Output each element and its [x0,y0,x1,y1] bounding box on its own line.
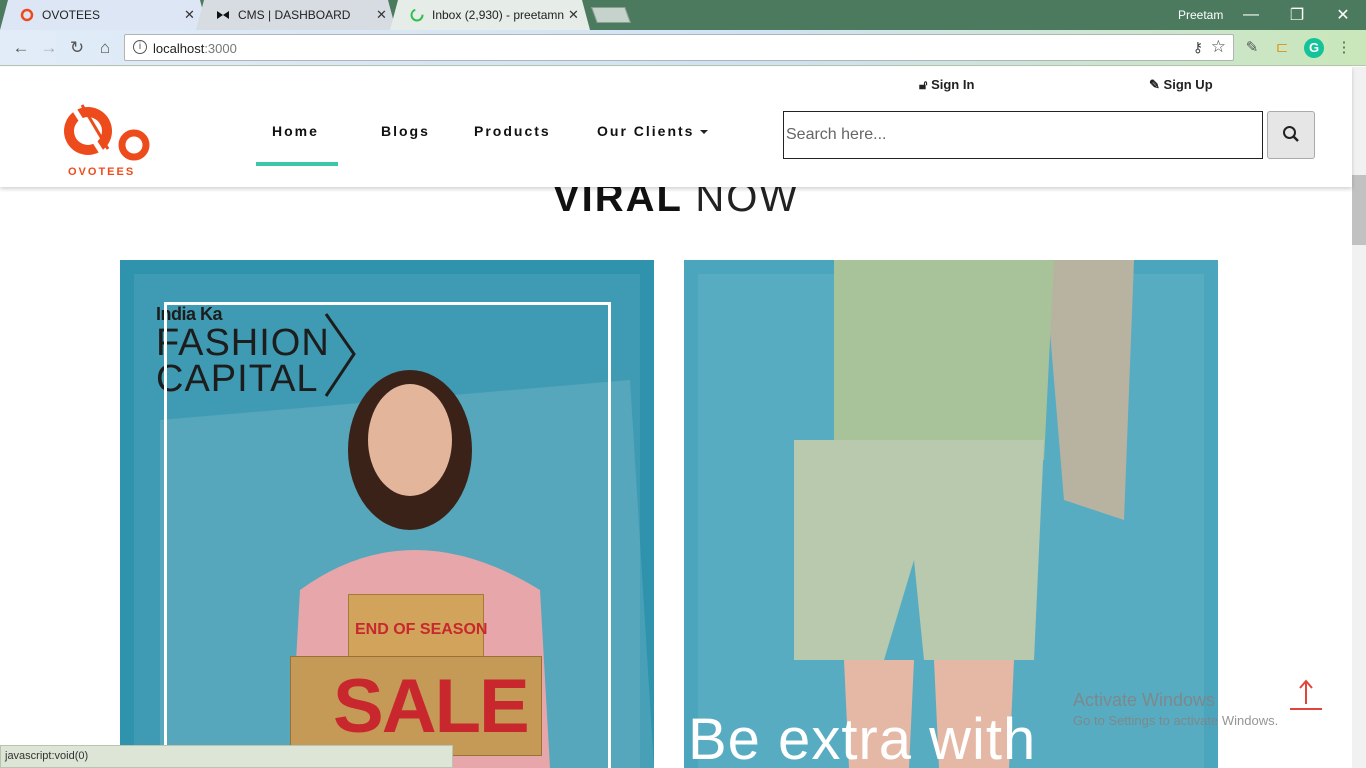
menu-kebab-icon[interactable]: ⋮ [1334,38,1354,58]
nav-blogs[interactable]: Blogs [381,123,430,139]
bowtie-favicon-icon [217,11,229,19]
lock-icon: 🔓︎ [919,77,928,92]
page-scrollbar[interactable] [1352,67,1366,768]
browser-status-bar: javascript:void(0) [0,745,453,768]
sign-in-link[interactable]: 🔓︎ Sign In [919,77,974,93]
tab-title: OVOTEES [42,8,101,22]
nav-our-clients[interactable]: Our Clients [597,123,709,139]
sign-up-link[interactable]: ✎ Sign Up [1149,77,1213,93]
back-to-top-arrow-icon[interactable] [1290,678,1322,712]
ovotees-favicon-icon [20,8,34,22]
search-button[interactable] [1267,111,1315,159]
tab-title: CMS | DASHBOARD [238,8,351,22]
browser-tab-strip: OVOTEES ✕ CMS | DASHBOARD ✕ Inbox (2,930… [0,0,1366,30]
tab-title: Inbox (2,930) - preetamn [432,8,564,22]
end-of-season-box: END OF SEASON [348,594,487,660]
scrollbar-thumb[interactable] [1352,175,1366,245]
card-caption: Be extra with [688,707,1037,768]
address-bar[interactable]: i localhost:3000 ⚷ ☆ [124,34,1234,61]
key-icon[interactable]: ⚷ [1193,39,1203,56]
site-header: OVOTEES 🔓︎ Sign In ✎ Sign Up Home Blogs … [0,67,1352,187]
tab-close-icon[interactable]: ✕ [568,7,579,23]
loading-spinner-icon [410,8,424,22]
eyedropper-extension-icon[interactable]: ✎ [1242,38,1262,58]
extension-icon[interactable]: ⊏ [1272,38,1292,58]
grammarly-icon[interactable]: G [1304,38,1324,58]
tab-inbox[interactable]: Inbox (2,930) - preetamn ✕ [390,0,590,30]
site-info-icon[interactable]: i [133,40,147,54]
activate-windows-watermark: Activate Windows Go to Settings to activ… [1073,690,1279,728]
forward-icon[interactable]: → [37,36,61,60]
nav-home[interactable]: Home [272,123,319,139]
tab-close-icon[interactable]: ✕ [376,7,387,23]
back-icon[interactable]: ← [9,36,33,60]
nav-active-indicator [256,162,338,166]
sale-box: SALE [290,656,542,756]
nav-products[interactable]: Products [474,123,551,139]
logo-wordmark: OVOTEES [68,166,136,178]
tab-ovotees[interactable]: OVOTEES ✕ [0,0,208,30]
restore-icon[interactable]: ❐ [1274,0,1320,30]
reload-icon[interactable]: ↻ [65,36,89,60]
minimize-icon[interactable]: — [1228,0,1274,30]
promo-card-sale[interactable]: India Ka FASHION CAPITAL END OF SEASON S… [120,260,654,768]
url-text[interactable]: localhost:3000 [153,41,237,56]
browser-toolbar: ← → ↻ ⌂ i localhost:3000 ⚷ ☆ ✎ ⊏ G ⋮ [0,30,1366,66]
edit-icon: ✎ [1149,77,1160,92]
caret-down-icon [700,130,709,135]
close-window-icon[interactable]: ✕ [1320,0,1366,30]
profile-name[interactable]: Preetam [1178,8,1223,22]
search-input[interactable] [783,111,1263,159]
new-tab-button[interactable] [591,7,631,23]
home-icon[interactable]: ⌂ [93,36,117,60]
search-icon [1283,125,1299,142]
tab-cms-dashboard[interactable]: CMS | DASHBOARD ✕ [196,0,396,30]
bookmark-star-icon[interactable]: ☆ [1211,37,1226,57]
tab-close-icon[interactable]: ✕ [184,7,195,23]
